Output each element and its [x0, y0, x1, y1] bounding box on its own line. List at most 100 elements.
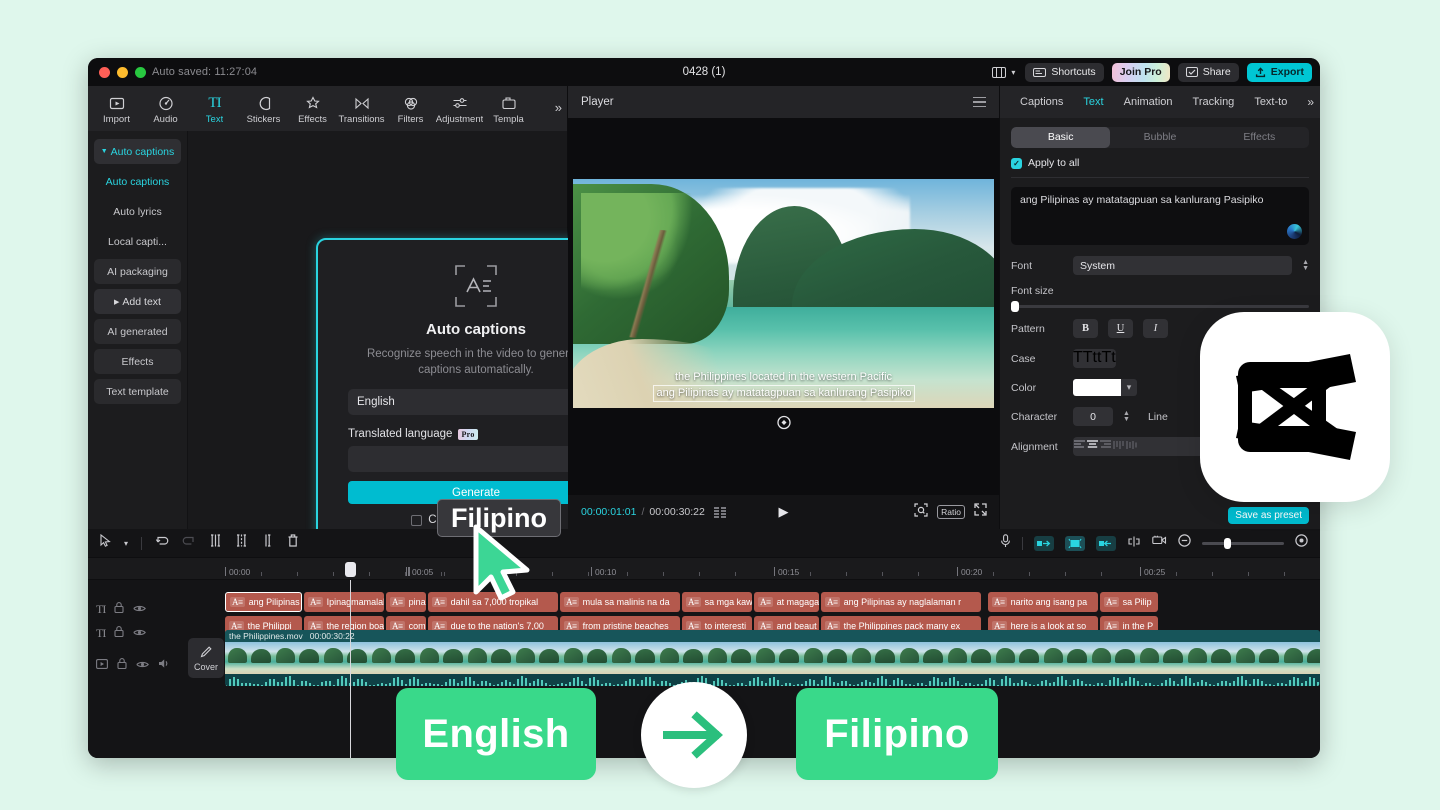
layout-button[interactable]: ▾	[990, 63, 1017, 82]
crop-icon[interactable]	[914, 502, 928, 522]
italic-button[interactable]: I	[1143, 319, 1168, 338]
tool-transitions[interactable]: Transitions	[337, 92, 386, 125]
font-size-slider-knob[interactable]	[1011, 301, 1019, 312]
timeline-text-clip[interactable]: A≡ ang Pilipinas ay naglalaman r	[821, 592, 981, 612]
fullscreen-icon[interactable]	[974, 503, 987, 521]
hamburger-icon[interactable]	[973, 96, 986, 108]
font-select[interactable]: System	[1073, 256, 1293, 275]
microphone-icon[interactable]	[1000, 533, 1011, 553]
apply-to-all-row[interactable]: ✓ Apply to all	[1011, 157, 1309, 169]
underline-button[interactable]: U	[1108, 319, 1133, 338]
case-titlecase-button[interactable]: Tt	[1101, 349, 1115, 368]
language-select[interactable]: English ▾	[348, 389, 604, 416]
font-stepper-icon[interactable]: ▲ ▼	[1302, 259, 1309, 272]
save-as-preset-button[interactable]: Save as preset	[1228, 506, 1309, 524]
align-vertical-center-icon[interactable]	[1125, 437, 1138, 456]
tool-adjustment[interactable]: Adjustment	[435, 92, 484, 125]
mirror-icon[interactable]	[1127, 534, 1141, 552]
select-icon[interactable]	[100, 533, 111, 552]
ratio-button[interactable]: Ratio	[937, 505, 965, 519]
timeline-text-clip[interactable]: A≡ sa mga kaw	[682, 592, 752, 612]
reset-icon[interactable]	[776, 415, 791, 430]
color-picker[interactable]: ▾	[1073, 379, 1137, 396]
ai-orb-icon[interactable]	[1287, 224, 1302, 239]
play-icon[interactable]: ▶	[779, 504, 789, 520]
eye-icon[interactable]	[136, 656, 149, 674]
timeline-text-clip[interactable]: A≡ at magaga	[754, 592, 819, 612]
tool-template[interactable]: Templa	[484, 92, 533, 125]
clear-captions-checkbox[interactable]	[411, 514, 423, 526]
chevron-down-icon[interactable]: ▾	[1121, 379, 1137, 396]
tool-more-icon[interactable]: »	[555, 100, 562, 115]
tool-text[interactable]: TI Text	[190, 92, 239, 126]
shortcuts-button[interactable]: Shortcuts	[1025, 62, 1104, 82]
auto-adjust-icon[interactable]	[1065, 535, 1085, 551]
inspector-more-icon[interactable]: »	[1307, 95, 1314, 109]
segment-effects[interactable]: Effects	[1210, 127, 1309, 148]
sidebar-item-text-template[interactable]: Text template	[94, 379, 181, 404]
tab-text-to-speech[interactable]: Text-to	[1244, 96, 1297, 108]
segment-bubble[interactable]: Bubble	[1110, 127, 1209, 148]
preview-caption-wrapper[interactable]: ang Pilipinas ay matatagpuan sa kanluran…	[652, 385, 915, 402]
sidebar-item-ai-packaging[interactable]: AI packaging	[94, 259, 181, 284]
timeline-text-clip[interactable]: A≡ sa Pilip	[1100, 592, 1158, 612]
tab-animation[interactable]: Animation	[1114, 96, 1183, 108]
window-controls[interactable]	[99, 66, 146, 78]
sidebar-item-auto-lyrics[interactable]: Auto lyrics	[94, 199, 181, 224]
video-clip[interactable]: the Philippines.mov 00:00:30:22	[225, 630, 1320, 686]
timeline-ruler[interactable]: 00:00 00:05 00:10 00:15 00:20 00:25	[88, 558, 1320, 580]
timeline-text-clip[interactable]: A≡ mula sa malinis na da	[560, 592, 680, 612]
tool-filters[interactable]: Filters	[386, 92, 435, 125]
keyframe-in-icon[interactable]	[1034, 535, 1054, 551]
stabilize-icon[interactable]	[1152, 534, 1167, 552]
share-button[interactable]: Share	[1177, 62, 1239, 82]
sidebar-item-effects[interactable]: Effects	[94, 349, 181, 374]
minimize-window-icon[interactable]	[117, 66, 128, 78]
case-lowercase-button[interactable]: tt	[1093, 349, 1102, 368]
segment-basic[interactable]: Basic	[1011, 127, 1111, 148]
cover-button[interactable]: Cover	[188, 638, 224, 678]
lock-icon[interactable]	[117, 656, 127, 674]
maximize-window-icon[interactable]	[135, 66, 146, 78]
tab-captions[interactable]: Captions	[1010, 96, 1073, 108]
tab-text[interactable]: Text	[1073, 96, 1113, 108]
font-size-slider[interactable]	[1011, 301, 1309, 312]
sidebar-item-ai-generated[interactable]: AI generated	[94, 319, 181, 344]
join-pro-button[interactable]: Join Pro	[1111, 62, 1170, 82]
eye-icon[interactable]	[133, 624, 147, 642]
translated-language-select[interactable]: ▾	[348, 446, 604, 473]
case-uppercase-button[interactable]: TT	[1073, 349, 1093, 368]
tool-import[interactable]: Import	[92, 92, 141, 125]
timeline-text-clip[interactable]: A≡ ang Pilipinas	[225, 592, 302, 612]
delete-icon[interactable]	[287, 534, 299, 552]
color-swatch[interactable]	[1073, 379, 1121, 396]
tab-tracking[interactable]: Tracking	[1183, 96, 1245, 108]
lock-icon[interactable]	[114, 600, 124, 618]
zoom-slider-knob[interactable]	[1224, 537, 1231, 549]
playhead[interactable]	[345, 562, 356, 758]
playhead-knob[interactable]	[345, 562, 356, 577]
lock-icon[interactable]	[114, 624, 124, 642]
undo-icon[interactable]	[155, 534, 169, 552]
close-window-icon[interactable]	[99, 66, 110, 78]
sidebar-item-add-text[interactable]: ▶ Add text	[94, 289, 181, 314]
align-center-icon[interactable]	[1086, 437, 1099, 456]
split-left-icon[interactable]	[235, 534, 248, 552]
align-left-icon[interactable]	[1073, 437, 1086, 456]
chevron-down-icon[interactable]: ▾	[124, 539, 128, 548]
export-button[interactable]: Export	[1246, 62, 1312, 82]
sidebar-item-auto-captions[interactable]: Auto captions	[94, 169, 181, 194]
character-stepper-icon[interactable]: ▲ ▼	[1123, 410, 1130, 423]
align-right-icon[interactable]	[1099, 437, 1112, 456]
sidebar-item-auto-captions-group[interactable]: ▼ Auto captions	[94, 139, 181, 164]
sidebar-item-local-captions[interactable]: Local capti...	[94, 229, 181, 254]
zoom-out-icon[interactable]	[1178, 534, 1191, 552]
timeline-text-clip[interactable]: A≡ narito ang isang pa	[988, 592, 1098, 612]
timeline-text-clip[interactable]: A≡ Ipinagmamalak	[304, 592, 384, 612]
split-icon[interactable]	[209, 534, 222, 552]
character-spacing-input[interactable]: 0	[1073, 407, 1113, 426]
redo-icon[interactable]	[182, 534, 196, 552]
align-vertical-top-icon[interactable]	[1112, 437, 1125, 456]
split-right-icon[interactable]	[261, 534, 274, 552]
zoom-in-icon[interactable]	[1295, 534, 1308, 552]
